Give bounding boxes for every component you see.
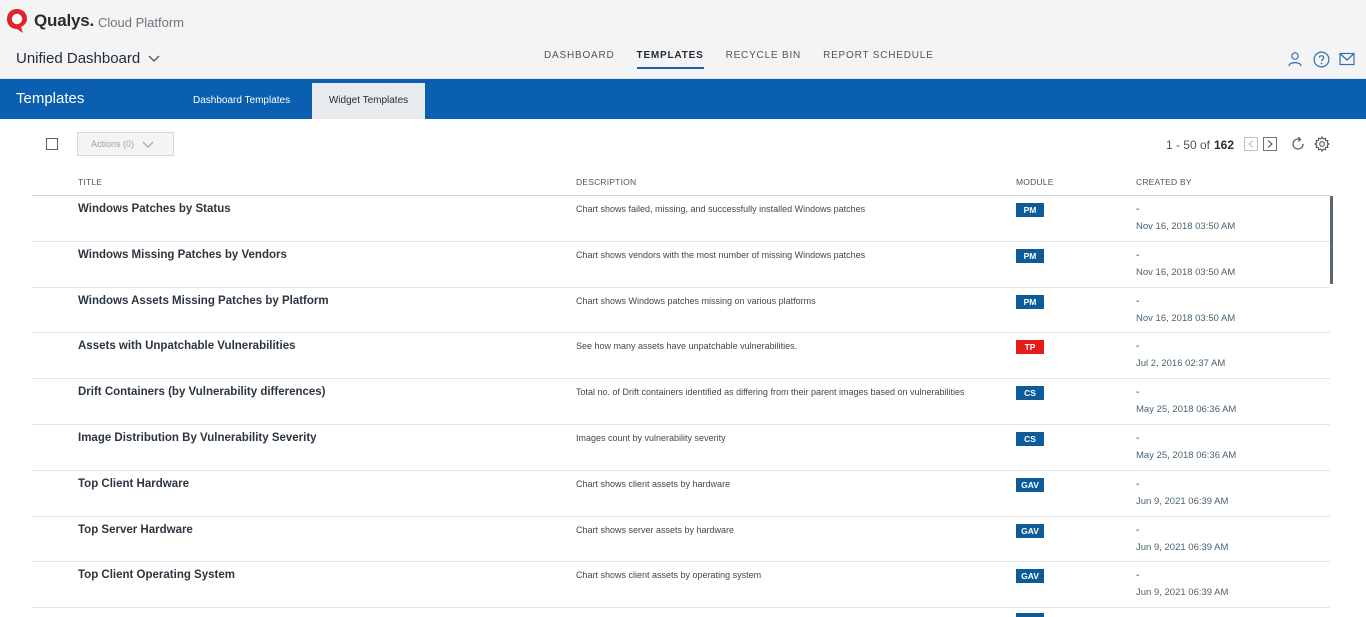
page-title: Templates: [16, 90, 85, 107]
column-description[interactable]: DESCRIPTION: [576, 177, 636, 187]
row-title: Windows Missing Patches by Vendors: [78, 248, 287, 261]
actions-label: Actions (0): [91, 139, 135, 149]
table-row[interactable]: Windows Patches by Status Chart shows fa…: [32, 196, 1330, 242]
tab-report-schedule[interactable]: REPORT SCHEDULE: [823, 50, 934, 69]
row-created-date: Jun 9, 2021 06:39 AM: [1136, 495, 1229, 507]
module-badge: GAV: [1016, 569, 1044, 584]
row-created-date: Nov 16, 2018 03:50 AM: [1136, 312, 1236, 324]
main-nav: DASHBOARD TEMPLATES RECYCLE BIN REPORT S…: [544, 50, 934, 69]
row-description: Chart shows client assets by hardware: [576, 478, 731, 489]
row-description: Chart shows Windows patches missing on v…: [576, 295, 816, 306]
qualys-logo-icon: [7, 9, 27, 33]
top-header: Qualys. Cloud Platform Unified Dashboard…: [0, 0, 1366, 79]
tab-dashboard[interactable]: DASHBOARD: [544, 50, 615, 69]
row-created-date: Jun 9, 2021 06:39 AM: [1136, 541, 1229, 553]
module-badge: PM: [1016, 248, 1044, 263]
row-title: Assets with Unpatchable Vulnerabilities: [78, 340, 296, 353]
row-title: Top Client Hardware: [78, 477, 189, 490]
row-description: Chart shows client assets by operating s…: [576, 570, 762, 581]
row-created-date: Jun 9, 2021 06:39 AM: [1136, 587, 1229, 599]
chevron-left-icon: [1248, 140, 1254, 148]
templates-table: Windows Patches by Status Chart shows fa…: [32, 196, 1330, 609]
row-description: Total no. of Drift containers identified…: [576, 387, 965, 398]
module-badge: GAV: [1016, 523, 1044, 538]
previous-page-button[interactable]: [1244, 137, 1258, 151]
row-created-date: Nov 16, 2018 03:50 AM: [1136, 266, 1236, 278]
module-badge: CS: [1016, 431, 1044, 446]
module-badge: PM: [1016, 294, 1044, 309]
pagination-total: 162: [1213, 138, 1234, 152]
row-created-date: May 25, 2018 06:36 AM: [1136, 404, 1237, 416]
row-created-date: Jul 2, 2016 02:37 AM: [1136, 358, 1226, 370]
table-row[interactable]: Windows Missing Patches by Vendors Chart…: [32, 242, 1330, 288]
brand[interactable]: Qualys. Cloud Platform: [6, 8, 184, 34]
header-icons: [1286, 50, 1356, 68]
brand-subtitle: Cloud Platform: [98, 14, 185, 30]
module-badge: TP: [1016, 340, 1044, 355]
row-creator: -: [1136, 478, 1140, 490]
select-all-checkbox[interactable]: [46, 138, 58, 150]
row-creator: -: [1136, 570, 1140, 582]
chevron-right-icon: [1267, 140, 1273, 148]
row-creator: -: [1136, 341, 1140, 353]
row-creator: -: [1136, 432, 1140, 444]
row-title: Top Server Hardware: [78, 523, 193, 536]
refresh-icon[interactable]: [1290, 136, 1306, 152]
row-created-date: May 25, 2018 06:36 AM: [1136, 449, 1237, 461]
actions-dropdown[interactable]: Actions (0): [77, 132, 174, 156]
tab-widget-templates[interactable]: Widget Templates: [312, 83, 425, 119]
table-row[interactable]: Top Client Operating System Chart shows …: [32, 562, 1330, 609]
module-badge: GAV: [1016, 477, 1044, 492]
column-module[interactable]: MODULE: [1016, 177, 1054, 187]
next-page-button[interactable]: [1263, 137, 1277, 151]
row-title: Drift Containers (by Vulnerability diffe…: [78, 386, 326, 399]
module-badge-partial: [1016, 613, 1044, 617]
tab-templates[interactable]: TEMPLATES: [636, 50, 704, 69]
row-description: Chart shows server assets by hardware: [576, 524, 735, 535]
table-row[interactable]: Top Client Hardware Chart shows client a…: [32, 471, 1330, 517]
pagination-range: 1 - 50 of: [1165, 138, 1210, 152]
help-icon[interactable]: [1312, 50, 1330, 68]
row-creator: -: [1136, 249, 1140, 261]
row-creator: -: [1136, 295, 1140, 307]
mail-icon[interactable]: [1338, 50, 1356, 68]
brand-name: Qualys.: [34, 11, 95, 30]
row-description: Chart shows failed, missing, and success…: [576, 204, 866, 214]
column-created-by[interactable]: CREATED BY: [1136, 177, 1192, 187]
tab-dashboard-templates[interactable]: Dashboard Templates: [183, 83, 300, 119]
user-icon[interactable]: [1286, 50, 1304, 68]
table-row[interactable]: Top Server Hardware Chart shows server a…: [32, 517, 1330, 563]
row-description: See how many assets have unpatchable vul…: [576, 341, 798, 352]
module-badge: PM: [1016, 203, 1044, 217]
chevron-down-icon: [142, 141, 154, 148]
row-description: Images count by vulnerability severity: [576, 432, 726, 443]
app-switcher-title: Unified Dashboard: [16, 50, 141, 67]
row-creator: -: [1136, 204, 1140, 215]
row-creator: -: [1136, 387, 1140, 399]
pagination-info: 1 - 50 of 162: [1166, 138, 1234, 152]
row-title: Windows Patches by Status: [78, 203, 231, 215]
table-row[interactable]: Assets with Unpatchable Vulnerabilities …: [32, 333, 1330, 380]
module-badge: CS: [1016, 386, 1044, 401]
row-title: Image Distribution By Vulnerability Seve…: [78, 431, 317, 444]
settings-gear-icon[interactable]: [1313, 135, 1331, 153]
tab-recycle-bin[interactable]: RECYCLE BIN: [726, 50, 802, 69]
app-switcher[interactable]: Unified Dashboard: [16, 50, 160, 67]
row-creator: -: [1136, 524, 1140, 536]
templates-header: Templates Dashboard Templates Widget Tem…: [0, 79, 1366, 119]
row-created-date: Nov 16, 2018 03:50 AM: [1136, 221, 1236, 232]
table-scrollbar[interactable]: [1330, 196, 1333, 284]
chevron-down-icon: [148, 55, 160, 62]
row-title: Windows Assets Missing Patches by Platfo…: [78, 294, 329, 307]
row-title: Top Client Operating System: [78, 569, 235, 582]
table-row[interactable]: Windows Assets Missing Patches by Platfo…: [32, 288, 1330, 334]
column-title[interactable]: TITLE: [78, 177, 102, 187]
table-row[interactable]: Drift Containers (by Vulnerability diffe…: [32, 379, 1330, 425]
table-row[interactable]: Image Distribution By Vulnerability Seve…: [32, 425, 1330, 471]
table-header: TITLE DESCRIPTION MODULE CREATED BY: [32, 177, 1330, 196]
row-description: Chart shows vendors with the most number…: [576, 249, 866, 260]
